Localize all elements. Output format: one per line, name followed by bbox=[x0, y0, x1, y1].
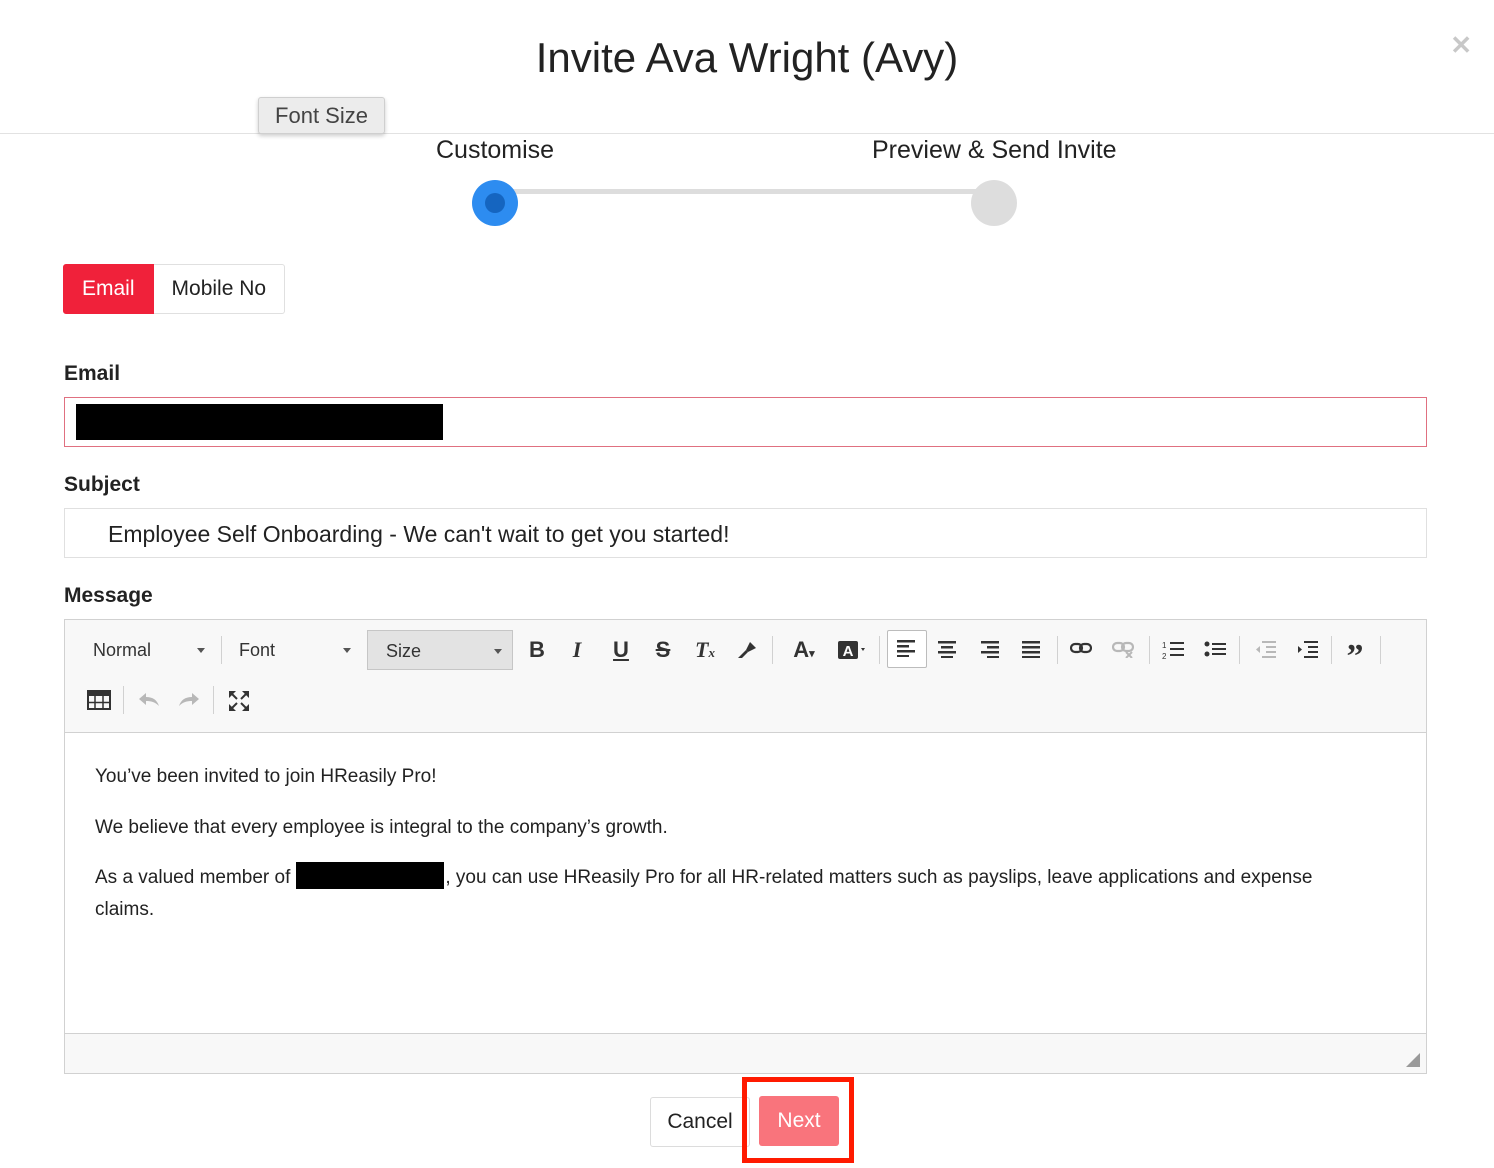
email-toggle-button[interactable]: Email bbox=[63, 264, 154, 314]
svg-text:2: 2 bbox=[1162, 652, 1167, 660]
step-customise-label: Customise bbox=[436, 136, 555, 164]
svg-text:A: A bbox=[843, 643, 854, 660]
paragraph-format-dropdown[interactable]: Normal bbox=[75, 630, 215, 670]
step-customise-dot bbox=[472, 180, 518, 226]
align-justify-icon[interactable] bbox=[1013, 632, 1049, 668]
stepper-track bbox=[495, 189, 995, 194]
redo-icon[interactable] bbox=[171, 682, 207, 718]
toolbar-separator bbox=[1149, 636, 1150, 664]
modal-header: Invite Ava Wright (Avy) ✕ bbox=[0, 0, 1494, 134]
toolbar-separator bbox=[1239, 636, 1240, 664]
next-button[interactable]: Next bbox=[759, 1096, 839, 1146]
step-preview-label: Preview & Send Invite bbox=[872, 136, 1117, 164]
format-painter-icon[interactable] bbox=[729, 632, 765, 668]
undo-icon[interactable] bbox=[131, 682, 167, 718]
editor-content[interactable]: You’ve been invited to join HReasily Pro… bbox=[65, 733, 1426, 1033]
align-left-icon[interactable] bbox=[887, 630, 927, 668]
bold-icon[interactable]: B bbox=[519, 632, 555, 668]
strikethrough-icon[interactable]: S bbox=[645, 632, 681, 668]
ordered-list-icon[interactable]: 12 bbox=[1155, 632, 1191, 668]
message-paragraph: We believe that every employee is integr… bbox=[95, 817, 668, 838]
email-field[interactable] bbox=[64, 397, 1427, 447]
close-icon[interactable]: ✕ bbox=[1450, 30, 1472, 61]
resize-handle-icon[interactable] bbox=[1406, 1053, 1420, 1067]
message-label: Message bbox=[64, 584, 153, 607]
subject-field[interactable]: Employee Self Onboarding - We can't wait… bbox=[64, 508, 1427, 558]
toolbar-separator bbox=[213, 686, 214, 714]
redacted-email-value bbox=[76, 404, 443, 440]
subject-value: Employee Self Onboarding - We can't wait… bbox=[108, 521, 730, 547]
link-icon[interactable] bbox=[1063, 632, 1099, 668]
modal-title: Invite Ava Wright (Avy) bbox=[535, 34, 959, 81]
italic-icon[interactable]: I bbox=[559, 632, 595, 668]
background-color-icon[interactable]: A bbox=[831, 632, 873, 668]
editor-statusbar bbox=[65, 1033, 1426, 1073]
cancel-button[interactable]: Cancel bbox=[650, 1097, 750, 1147]
font-family-dropdown[interactable]: Font bbox=[221, 630, 361, 670]
mobile-toggle-button[interactable]: Mobile No bbox=[153, 264, 286, 314]
toolbar-separator bbox=[123, 686, 124, 714]
fullscreen-icon[interactable] bbox=[221, 682, 257, 718]
blockquote-icon[interactable]: ” bbox=[1337, 632, 1373, 675]
underline-icon[interactable]: U bbox=[603, 632, 639, 668]
outdent-icon[interactable] bbox=[1247, 632, 1283, 668]
toolbar-separator bbox=[879, 636, 880, 664]
toolbar-separator bbox=[1331, 636, 1332, 664]
align-center-icon[interactable] bbox=[929, 632, 965, 668]
table-icon[interactable] bbox=[81, 682, 117, 718]
font-size-dropdown[interactable]: Size bbox=[367, 630, 513, 670]
align-right-icon[interactable] bbox=[971, 632, 1007, 668]
contact-method-toggle: Email Mobile No bbox=[63, 264, 286, 314]
toolbar-separator bbox=[1057, 636, 1058, 664]
email-label: Email bbox=[64, 362, 121, 385]
toolbar-separator bbox=[1380, 636, 1381, 664]
font-size-tooltip: Font Size bbox=[258, 97, 385, 134]
clear-format-icon[interactable]: Tx bbox=[687, 632, 723, 668]
bullet-list-icon[interactable] bbox=[1197, 632, 1233, 668]
svg-text:1: 1 bbox=[1162, 641, 1167, 650]
unlink-icon[interactable] bbox=[1105, 632, 1141, 668]
editor-toolbar: Normal Font Size B I U S Tx A▾ A 1 2 ” bbox=[65, 620, 1426, 733]
subject-label: Subject bbox=[64, 473, 140, 496]
indent-icon[interactable] bbox=[1289, 632, 1325, 668]
text-color-icon[interactable]: A▾ bbox=[783, 632, 825, 668]
redacted-company-name bbox=[296, 862, 445, 889]
toolbar-separator bbox=[772, 636, 773, 664]
message-paragraph: You’ve been invited to join HReasily Pro… bbox=[95, 766, 437, 787]
message-editor: Normal Font Size B I U S Tx A▾ A 1 2 ” Y… bbox=[64, 619, 1427, 1074]
message-paragraph: As a valued member of, you can use HReas… bbox=[95, 862, 1375, 926]
step-preview-dot bbox=[971, 180, 1017, 226]
